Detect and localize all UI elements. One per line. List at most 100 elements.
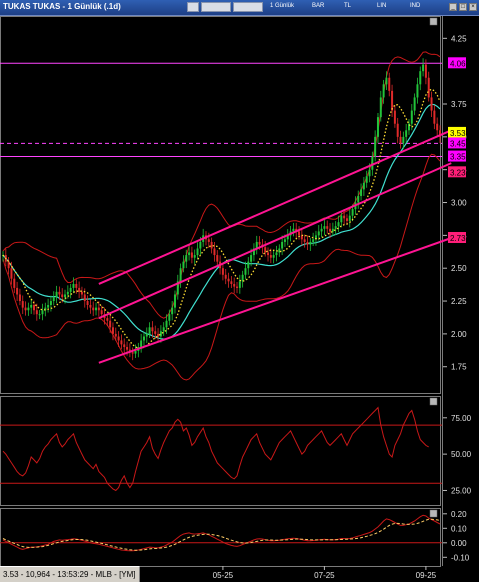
price-candle [151,327,154,332]
rsi-tick-label: 25.00 [451,486,472,495]
price-candle [371,156,374,170]
rsi-tick-label: 75.00 [451,414,472,423]
price-candle [10,268,13,279]
price-candle [97,307,100,311]
price-candle [233,283,236,287]
price-tick-label: 4.25 [451,34,467,43]
price-candle [80,291,83,295]
price-candle [413,97,416,111]
macd-line [2,514,441,552]
price-candle [323,226,326,229]
x-tick-label: 09-25 [416,571,437,580]
status-text: 3.53 - 10,964 - 13:53:29 - MLB - [YM] [3,570,136,579]
price-candle [365,176,368,183]
price-candle [13,278,16,288]
price-candle [111,327,114,334]
price-candle [145,333,148,337]
price-candle [230,281,233,284]
price-candle [171,307,174,315]
price-candle [292,228,295,232]
price-candle [131,352,134,354]
price-candle [309,241,312,245]
price-candle [362,182,365,190]
price-candle [382,84,385,98]
price-candle [49,301,52,305]
chart-area[interactable]: 4.253.753.503.253.002.752.502.252.001.75… [0,0,479,582]
price-candle [154,331,157,334]
price-candle [188,252,191,256]
price-candle [320,228,323,232]
price-candle [388,77,391,91]
price-tick-label: 3.75 [451,100,467,109]
price-candle [148,327,151,334]
price-candle [430,97,433,111]
price-candle [193,255,196,258]
price-candle [123,344,126,348]
price-candle [236,286,239,288]
price-candle [267,252,270,256]
channel-line-2 [98,129,452,285]
price-candle [331,228,334,232]
price-candle [61,294,64,298]
macd-tick-label: 0.20 [451,510,467,519]
price-tick-label: 1.75 [451,363,467,372]
price-tick-label: 2.00 [451,330,467,339]
price-candle [30,304,33,308]
price-candle [7,261,10,269]
pane-button-2 [429,509,438,518]
price-candle [142,336,145,341]
price-candle [224,274,227,279]
price-candle [422,64,425,72]
price-candle [376,117,379,137]
price-candle [114,333,117,337]
price-candle [41,310,44,315]
price-label-text: 4.06 [450,59,466,68]
price-candle [391,90,394,111]
price-candle [190,252,193,258]
price-candle [173,294,176,308]
channel-line-1 [98,162,452,320]
rsi-tick-label: 50.00 [451,450,472,459]
price-candle [424,64,427,78]
price-candle [106,318,109,321]
price-candle [210,241,213,249]
rsi-line [2,406,429,492]
price-candle [393,110,396,124]
price-candle [109,320,112,328]
price-candle [120,340,123,345]
price-candle [134,350,137,354]
x-tick-label: 07-25 [314,571,335,580]
price-candle [348,215,351,221]
price-candle [182,261,185,269]
price-candle [269,255,272,258]
price-candle [385,77,388,85]
price-candle [258,241,261,245]
pane-frame-2 [0,508,441,567]
price-candle [72,283,75,288]
price-candle [47,304,50,308]
price-candle [244,268,247,275]
price-candle [281,241,284,249]
price-candle [337,222,340,227]
price-candle [69,287,72,292]
price-tick-label: 2.50 [451,264,467,273]
bollinger-upper [2,51,441,319]
status-bar: 3.53 - 10,964 - 13:53:29 - MLB - [YM] [0,566,140,582]
price-candle [275,252,278,256]
price-candle [283,239,286,242]
price-candle [216,255,219,262]
price-candle [165,320,168,328]
price-label-text: 3.45 [450,139,466,148]
price-candle [86,301,89,305]
price-candle [78,287,81,292]
price-candle [196,248,199,256]
price-candle [24,307,27,311]
price-candle [179,268,182,282]
price-candle [126,347,129,350]
price-candle [83,294,86,302]
price-candle [66,291,69,295]
price-candle [16,287,19,295]
price-candle [221,268,224,275]
price-candle [374,136,377,157]
fast-average-dotted [2,88,441,349]
